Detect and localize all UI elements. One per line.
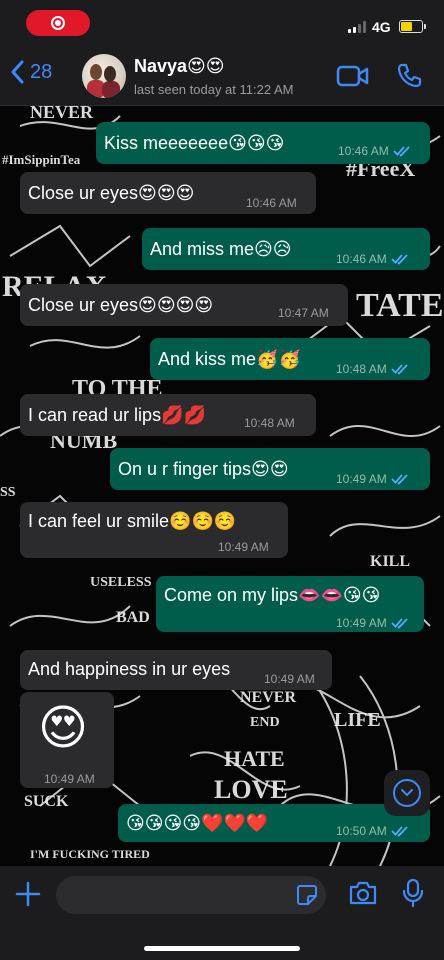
read-ticks-icon bbox=[391, 474, 408, 485]
message-text: And kiss me🥳🥳 bbox=[158, 349, 301, 369]
message-time: 10:46 AM bbox=[246, 196, 297, 210]
message-text: On u r finger tips😍😍 bbox=[118, 459, 289, 479]
message-text: 😍 bbox=[38, 702, 89, 755]
sticker-icon[interactable] bbox=[296, 884, 318, 906]
message-time: 10:46 AM bbox=[338, 140, 411, 162]
message-incoming[interactable]: Close ur eyes😍😍😍😍 10:47 AM bbox=[20, 284, 348, 326]
chat-area[interactable]: NEVER #ImSippinTea #FreeX RELAX TATE TO … bbox=[0, 106, 444, 866]
video-call-icon[interactable] bbox=[336, 64, 370, 88]
read-ticks-icon bbox=[391, 254, 408, 265]
message-outgoing[interactable]: And kiss me🥳🥳 10:48 AM bbox=[150, 338, 430, 380]
message-text: And happiness in ur eyes bbox=[28, 659, 231, 679]
message-input-bar bbox=[0, 866, 444, 960]
back-chevron-icon bbox=[11, 60, 24, 84]
message-text: And miss me😥😥 bbox=[150, 239, 292, 259]
message-time: 10:50 AM bbox=[336, 820, 409, 842]
contact-name-emojis: 😍😍 bbox=[187, 56, 225, 76]
microphone-icon[interactable] bbox=[402, 878, 424, 908]
home-indicator bbox=[144, 946, 300, 951]
message-time: 10:49 AM bbox=[44, 772, 95, 786]
message-field[interactable] bbox=[56, 876, 326, 914]
battery-icon bbox=[399, 20, 426, 33]
svg-text:LOVE: LOVE bbox=[214, 775, 288, 804]
svg-text:SUCK: SUCK bbox=[24, 793, 69, 810]
svg-text:USELESS: USELESS bbox=[90, 575, 152, 590]
camera-icon[interactable] bbox=[348, 880, 378, 906]
svg-text:TATE: TATE bbox=[356, 287, 444, 324]
message-text: Close ur eyes😍😍😍😍 bbox=[28, 295, 214, 315]
svg-text:END: END bbox=[250, 715, 280, 730]
message-time: 10:48 AM bbox=[244, 416, 295, 430]
message-text: 😘😘😘😘❤️❤️❤️ bbox=[126, 813, 269, 833]
message-time: 10:49 AM bbox=[336, 468, 409, 490]
svg-text:NEVER: NEVER bbox=[30, 106, 94, 122]
message-incoming[interactable]: I can read ur lips💋💋 10:48 AM bbox=[20, 394, 316, 436]
last-seen: last seen today at 11:22 AM bbox=[134, 82, 294, 97]
message-time: 10:46 AM bbox=[336, 248, 409, 270]
contact-name-text: Navya bbox=[134, 56, 188, 76]
read-ticks-icon bbox=[391, 364, 408, 375]
message-outgoing[interactable]: Come on my lips👄👄😘😘 10:49 AM bbox=[156, 576, 424, 632]
message-incoming[interactable]: I can feel ur smile☺️☺️☺️ 10:49 AM bbox=[20, 502, 288, 558]
svg-text:HATE: HATE bbox=[224, 746, 285, 771]
svg-text:NEVER: NEVER bbox=[240, 689, 296, 706]
message-text: I can read ur lips💋💋 bbox=[28, 405, 206, 425]
message-time-text: 10:48 AM bbox=[336, 362, 387, 376]
message-time-text: 10:49 AM bbox=[336, 472, 387, 486]
message-time-text: 10:49 AM bbox=[336, 616, 387, 630]
message-outgoing[interactable]: 😘😘😘😘❤️❤️❤️ 10:50 AM bbox=[118, 804, 430, 842]
message-incoming[interactable]: And happiness in ur eyes 10:49 AM bbox=[20, 650, 332, 690]
phone-call-icon[interactable] bbox=[396, 62, 422, 88]
svg-text:#ImSippinTea: #ImSippinTea bbox=[2, 152, 81, 167]
avatar[interactable] bbox=[82, 54, 126, 98]
read-ticks-icon bbox=[393, 146, 410, 157]
status-bar: 4G bbox=[0, 0, 444, 46]
svg-text:SS: SS bbox=[0, 485, 16, 500]
read-ticks-icon bbox=[391, 826, 408, 837]
message-time-text: 10:50 AM bbox=[336, 824, 387, 838]
record-icon bbox=[51, 16, 65, 30]
message-time-text: 10:46 AM bbox=[338, 144, 389, 158]
message-outgoing[interactable]: On u r finger tips😍😍 10:49 AM bbox=[110, 448, 430, 490]
message-text: Close ur eyes😍😍😍 bbox=[28, 183, 195, 203]
message-text: Kiss meeeeeee😘😘😘 bbox=[104, 133, 285, 153]
read-ticks-icon bbox=[391, 618, 408, 629]
message-time: 10:49 AM bbox=[218, 540, 269, 554]
svg-text:BAD: BAD bbox=[116, 609, 150, 626]
back-button[interactable]: 28 bbox=[10, 60, 52, 84]
plus-icon[interactable] bbox=[14, 880, 42, 908]
svg-text:I'M FUCKING TIRED: I'M FUCKING TIRED bbox=[30, 847, 150, 861]
message-outgoing[interactable]: Kiss meeeeeee😘😘😘 10:46 AM bbox=[96, 122, 430, 164]
chat-header: 28 Navya😍😍 last seen today at 11:22 AM bbox=[0, 46, 444, 106]
message-input[interactable] bbox=[56, 876, 286, 914]
svg-text:KILL: KILL bbox=[370, 553, 410, 570]
message-text: Come on my lips👄👄😘😘 bbox=[164, 585, 381, 605]
network-type: 4G bbox=[372, 19, 391, 35]
message-text: I can feel ur smile☺️☺️☺️ bbox=[28, 511, 237, 531]
svg-text:LIFE: LIFE bbox=[334, 709, 381, 731]
message-time: 10:47 AM bbox=[278, 306, 329, 320]
scroll-down-icon bbox=[393, 779, 421, 807]
message-incoming[interactable]: Close ur eyes😍😍😍 10:46 AM bbox=[20, 172, 316, 214]
message-time: 10:49 AM bbox=[264, 672, 315, 686]
message-time: 10:49 AM bbox=[336, 612, 409, 634]
contact-name[interactable]: Navya😍😍 bbox=[134, 56, 225, 77]
scroll-to-bottom-button[interactable] bbox=[384, 770, 430, 816]
message-outgoing[interactable]: And miss me😥😥 10:46 AM bbox=[142, 228, 430, 270]
message-time: 10:48 AM bbox=[336, 358, 409, 380]
message-time-text: 10:46 AM bbox=[336, 252, 387, 266]
unread-count: 28 bbox=[30, 60, 53, 83]
signal-strength-icon bbox=[348, 21, 366, 33]
screen-recording-indicator[interactable] bbox=[26, 10, 90, 36]
message-incoming-emoji[interactable]: 😍 10:49 AM bbox=[20, 692, 114, 788]
